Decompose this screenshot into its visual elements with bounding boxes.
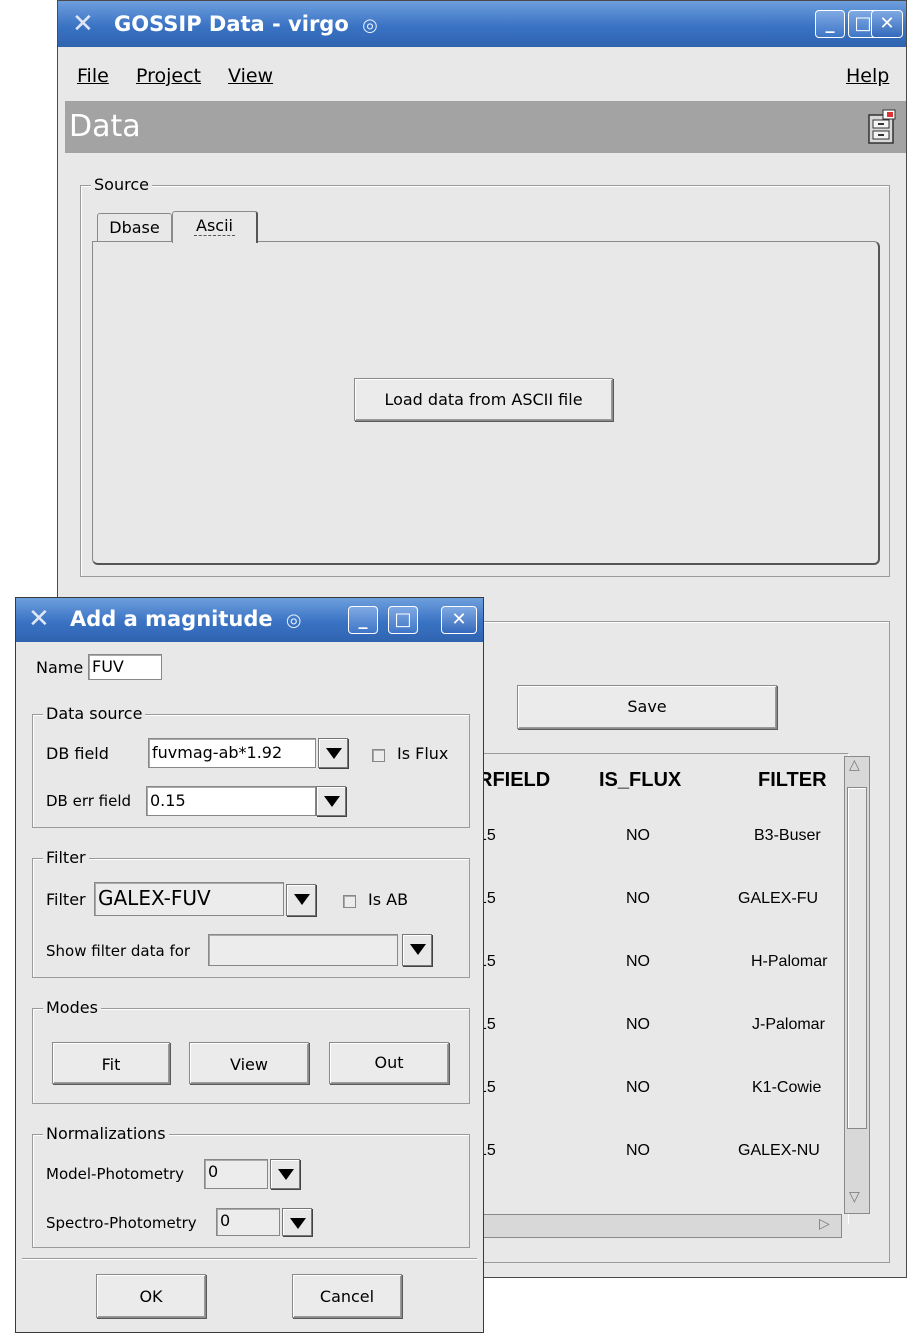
cancel-button[interactable]: Cancel (292, 1274, 402, 1318)
db-field-label: DB field (46, 744, 109, 763)
main-titlebar[interactable]: ✕ GOSSIP Data - virgo ◎ _ □ ✕ (58, 1, 906, 47)
dialog-minimize-button[interactable]: _ (348, 606, 378, 634)
swirl-icon: ◎ (285, 610, 302, 631)
db-field-dropdown-button[interactable] (318, 738, 348, 768)
vertical-scrollbar[interactable]: △ ▽ (844, 756, 870, 1214)
is-flux-label: Is Flux (397, 744, 449, 763)
modes-legend: Modes (43, 998, 101, 1017)
dialog-close-button[interactable]: ✕ (441, 606, 477, 634)
horizontal-scrollbar[interactable]: ▷ (478, 1214, 842, 1238)
name-input[interactable]: FUV (88, 654, 162, 680)
view-button[interactable]: View (189, 1042, 309, 1084)
spectro-photometry-select[interactable]: 0 (216, 1208, 280, 1236)
tab-ascii[interactable]: Ascii (172, 211, 258, 243)
save-button[interactable]: Save (517, 685, 777, 729)
menubar: File Project View Help (58, 47, 906, 99)
is-flux-checkbox[interactable] (372, 749, 385, 762)
load-ascii-button[interactable]: Load data from ASCII file (354, 378, 613, 421)
is-ab-checkbox[interactable] (343, 895, 356, 908)
window-title: GOSSIP Data - virgo (114, 12, 349, 36)
db-err-dropdown-button[interactable] (316, 786, 346, 816)
col-header-errfield[interactable]: RFIELD (478, 769, 550, 792)
db-field-input[interactable]: fuvmag-ab*1.92 (148, 738, 316, 768)
dialog-title: Add a magnitude (70, 607, 273, 631)
col-header-is-flux[interactable]: IS_FLUX (599, 769, 681, 792)
file-cabinet-icon[interactable] (866, 109, 898, 145)
x-logo-icon: ✕ (72, 9, 94, 39)
out-button[interactable]: Out (329, 1042, 449, 1084)
data-source-legend: Data source (43, 704, 146, 723)
show-filter-data-label: Show filter data for (46, 942, 191, 960)
add-magnitude-dialog: ✕ Add a magnitude ◎ _ □ ✕ Name FUV Data … (15, 597, 484, 1333)
filter-select[interactable]: GALEX-FUV (94, 882, 284, 916)
scroll-up-arrow-icon[interactable]: △ (849, 757, 860, 773)
close-button[interactable]: ✕ (871, 10, 903, 38)
col-header-filter[interactable]: FILTER (758, 769, 827, 792)
menu-view[interactable]: View (228, 65, 273, 87)
scroll-right-arrow-icon[interactable]: ▷ (819, 1216, 830, 1232)
fit-button[interactable]: Fit (52, 1042, 170, 1084)
db-err-field-label: DB err field (46, 792, 132, 810)
spectro-photometry-label: Spectro-Photometry (46, 1214, 197, 1232)
filter-legend: Filter (43, 848, 89, 867)
filter-dropdown-button[interactable] (286, 884, 316, 916)
dialog-maximize-button[interactable]: □ (388, 606, 418, 634)
model-photometry-label: Model-Photometry (46, 1165, 185, 1183)
spectro-photometry-dropdown-button[interactable] (282, 1208, 312, 1236)
ok-button[interactable]: OK (96, 1274, 206, 1318)
name-label: Name (36, 658, 84, 677)
menu-help[interactable]: Help (846, 65, 889, 87)
model-photometry-dropdown-button[interactable] (270, 1159, 300, 1189)
db-err-field-input[interactable]: 0.15 (146, 786, 316, 816)
section-header: Data (65, 101, 906, 153)
show-filter-dropdown-button[interactable] (402, 934, 432, 966)
is-ab-label: Is AB (368, 890, 409, 909)
menu-file[interactable]: File (77, 65, 109, 87)
scroll-down-arrow-icon[interactable]: ▽ (849, 1189, 860, 1205)
minimize-button[interactable]: _ (815, 10, 845, 38)
model-photometry-select[interactable]: 0 (204, 1159, 268, 1189)
dialog-separator (22, 1258, 477, 1260)
page-title: Data (69, 109, 141, 144)
scrollbar-thumb[interactable] (847, 787, 867, 1129)
swirl-icon: ◎ (362, 15, 378, 36)
menu-project[interactable]: Project (136, 65, 201, 87)
normalizations-legend: Normalizations (43, 1124, 169, 1143)
filter-label: Filter (46, 890, 86, 909)
source-legend: Source (91, 175, 152, 194)
dialog-titlebar[interactable]: ✕ Add a magnitude ◎ _ □ ✕ (16, 598, 483, 642)
tab-dbase[interactable]: Dbase (97, 213, 172, 241)
show-filter-data-select[interactable] (208, 934, 398, 966)
x-logo-icon: ✕ (28, 604, 50, 634)
